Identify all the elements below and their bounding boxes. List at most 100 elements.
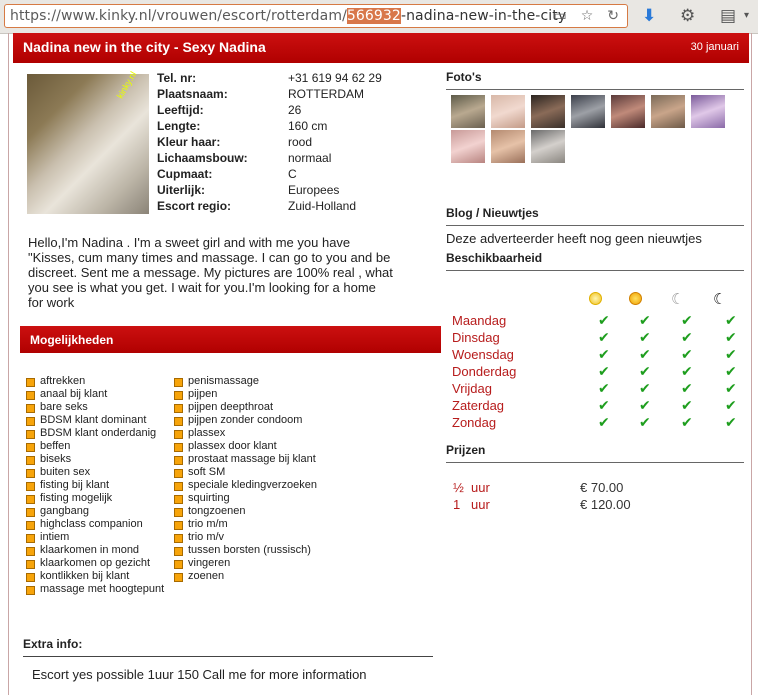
- extensions-icon[interactable]: ⚙: [680, 6, 695, 26]
- bullet-icon: [26, 534, 35, 543]
- info-label: Lengte:: [157, 119, 201, 133]
- bullet-icon: [26, 521, 35, 530]
- bullet-icon: [26, 456, 35, 465]
- photo-thumbnail[interactable]: [491, 130, 525, 163]
- option-label: buiten sex: [40, 466, 91, 478]
- option-label: intiem: [40, 531, 70, 543]
- option-item: plassex door klant: [174, 440, 317, 453]
- option-label: zoenen: [188, 570, 225, 582]
- profile-bio: Hello,I'm Nadina . I'm a sweet girl and …: [28, 235, 393, 310]
- info-value: ROTTERDAM: [288, 87, 364, 101]
- blog-heading: Blog / Nieuwtjes: [446, 206, 539, 220]
- options-column-2: penismassage pijpen pijpen deepthroat pijpe…: [174, 375, 317, 583]
- bullet-icon: [174, 573, 183, 582]
- info-value: C: [288, 167, 297, 181]
- main-photo[interactable]: kinky.nl: [27, 70, 149, 214]
- option-label: kontlikken bij klant: [40, 570, 130, 582]
- day-label: Zondag: [452, 415, 497, 430]
- bullet-icon: [174, 378, 183, 387]
- option-label: pijpen zonder condoom: [188, 414, 303, 426]
- check-icon: ✔: [681, 397, 693, 413]
- option-item: klaarkomen op gezicht: [26, 557, 164, 570]
- evening-moon-icon: ☾: [671, 291, 685, 308]
- option-label: tongzoenen: [188, 505, 246, 517]
- option-item: fisting bij klant: [26, 479, 164, 492]
- option-item: pijpen deepthroat: [174, 401, 317, 414]
- photo-thumbnail[interactable]: [691, 95, 725, 128]
- option-item: BDSM klant dominant: [26, 414, 164, 427]
- bullet-icon: [174, 534, 183, 543]
- bullet-icon: [174, 417, 183, 426]
- menu-dropdown-icon[interactable]: ▾: [744, 10, 749, 21]
- check-icon: ✔: [598, 312, 610, 328]
- check-icon: ✔: [681, 414, 693, 430]
- browser-toolbar: https://www.kinky.nl/vrouwen/escort/rott…: [0, 0, 758, 34]
- option-label: plassex door klant: [188, 440, 277, 452]
- mogelijkheden-heading: Mogelijkheden: [30, 333, 114, 347]
- check-icon: ✔: [598, 397, 610, 413]
- day-label: Dinsdag: [452, 330, 500, 345]
- bullet-icon: [174, 443, 183, 452]
- info-label: Leeftijd:: [157, 103, 204, 117]
- photo-thumbnail[interactable]: [491, 95, 525, 128]
- bullet-icon: [174, 508, 183, 517]
- url-text: https://www.kinky.nl/vrouwen/escort/rott…: [10, 8, 567, 24]
- photo-thumbnail[interactable]: [451, 95, 485, 128]
- bullet-icon: [26, 430, 35, 439]
- check-icon: ✔: [639, 397, 651, 413]
- night-moon-icon: ☾: [713, 291, 727, 308]
- download-icon[interactable]: ⬇: [642, 6, 656, 26]
- reload-icon[interactable]: ↻: [607, 7, 619, 23]
- info-label: Cupmaat:: [157, 167, 213, 181]
- option-label: anaal bij klant: [40, 388, 108, 400]
- info-value: +31 619 94 62 29: [288, 71, 382, 85]
- bookmark-star-icon[interactable]: ☆: [581, 7, 594, 23]
- divider: [446, 270, 744, 271]
- option-item: squirting: [174, 492, 317, 505]
- price-value: € 120.00: [580, 497, 631, 512]
- photo-thumbnail[interactable]: [451, 130, 485, 163]
- check-icon: ✔: [725, 312, 737, 328]
- price-duration: 1: [453, 497, 461, 512]
- reader-view-icon[interactable]: ▭: [553, 7, 566, 23]
- url-bar[interactable]: https://www.kinky.nl/vrouwen/escort/rott…: [4, 4, 628, 28]
- bullet-icon: [174, 482, 183, 491]
- option-item: prostaat massage bij klant: [174, 453, 317, 466]
- option-item: zoenen: [174, 570, 317, 583]
- option-label: bare seks: [40, 401, 88, 413]
- photo-thumbnail[interactable]: [611, 95, 645, 128]
- check-icon: ✔: [681, 363, 693, 379]
- option-label: prostaat massage bij klant: [188, 453, 316, 465]
- option-item: speciale kledingverzoeken: [174, 479, 317, 492]
- info-value: rood: [288, 135, 313, 149]
- extra-info-text: Escort yes possible 1uur 150 Call me for…: [32, 667, 367, 682]
- bullet-icon: [174, 469, 183, 478]
- option-item: aftrekken: [26, 375, 164, 388]
- day-label: Maandag: [452, 313, 507, 328]
- bullet-icon: [26, 508, 35, 517]
- photo-thumbnail[interactable]: [531, 95, 565, 128]
- option-item: tussen borsten (russisch): [174, 544, 317, 557]
- info-label: Lichaamsbouw:: [157, 151, 248, 165]
- photo-thumbnail[interactable]: [571, 95, 605, 128]
- day-label: Zaterdag: [452, 398, 505, 413]
- check-icon: ✔: [639, 380, 651, 396]
- bullet-icon: [26, 443, 35, 452]
- mogelijkheden-header: Mogelijkheden: [20, 326, 441, 353]
- info-value: Zuid-Holland: [288, 199, 357, 213]
- profile-title-bar: Nadina new in the city - Sexy Nadina 30 …: [13, 33, 749, 63]
- info-label: Tel. nr:: [157, 71, 197, 85]
- option-item: biseks: [26, 453, 164, 466]
- fotos-heading: Foto's: [446, 70, 482, 84]
- clipboard-icon[interactable]: ▤: [720, 6, 736, 26]
- option-item: pijpen: [174, 388, 317, 401]
- extra-info-heading: Extra info:: [23, 637, 83, 651]
- option-label: pijpen deepthroat: [188, 401, 274, 413]
- photo-thumbnail[interactable]: [531, 130, 565, 163]
- option-item: vingeren: [174, 557, 317, 570]
- photo-thumbnail[interactable]: [651, 95, 685, 128]
- profile-title: Nadina new in the city - Sexy Nadina: [23, 39, 266, 55]
- option-label: fisting bij klant: [40, 479, 110, 491]
- bullet-icon: [174, 547, 183, 556]
- bullet-icon: [26, 482, 35, 491]
